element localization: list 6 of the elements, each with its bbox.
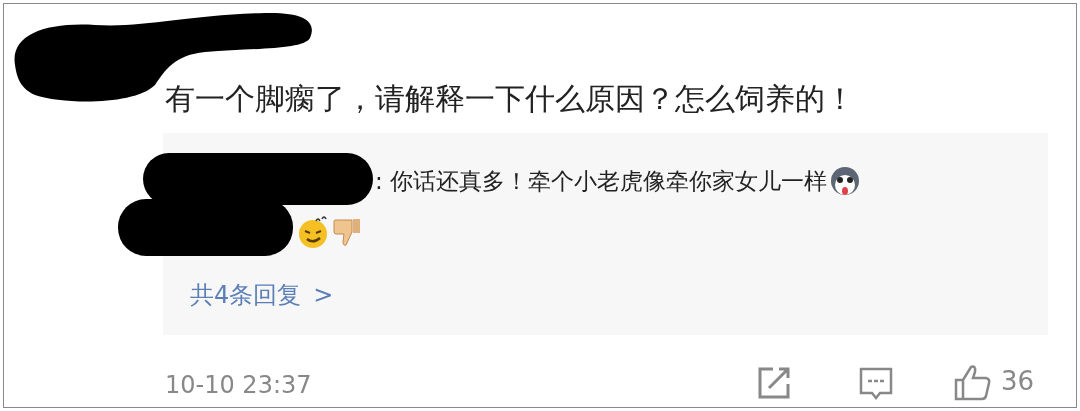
more-replies-link[interactable]: 共4条回复 (190, 277, 302, 313)
comment-text: 有一个脚瘸了，请解释一下什么原因？怎么饲养的！ (165, 81, 855, 116)
chevron-icon: > (313, 277, 334, 313)
reply-text: : 你话还真多！牵个小老虎像牵你家女儿一样 (375, 167, 828, 196)
like-button[interactable]: 36 (953, 362, 1035, 401)
timestamp: 10-10 23:37 (165, 370, 312, 401)
